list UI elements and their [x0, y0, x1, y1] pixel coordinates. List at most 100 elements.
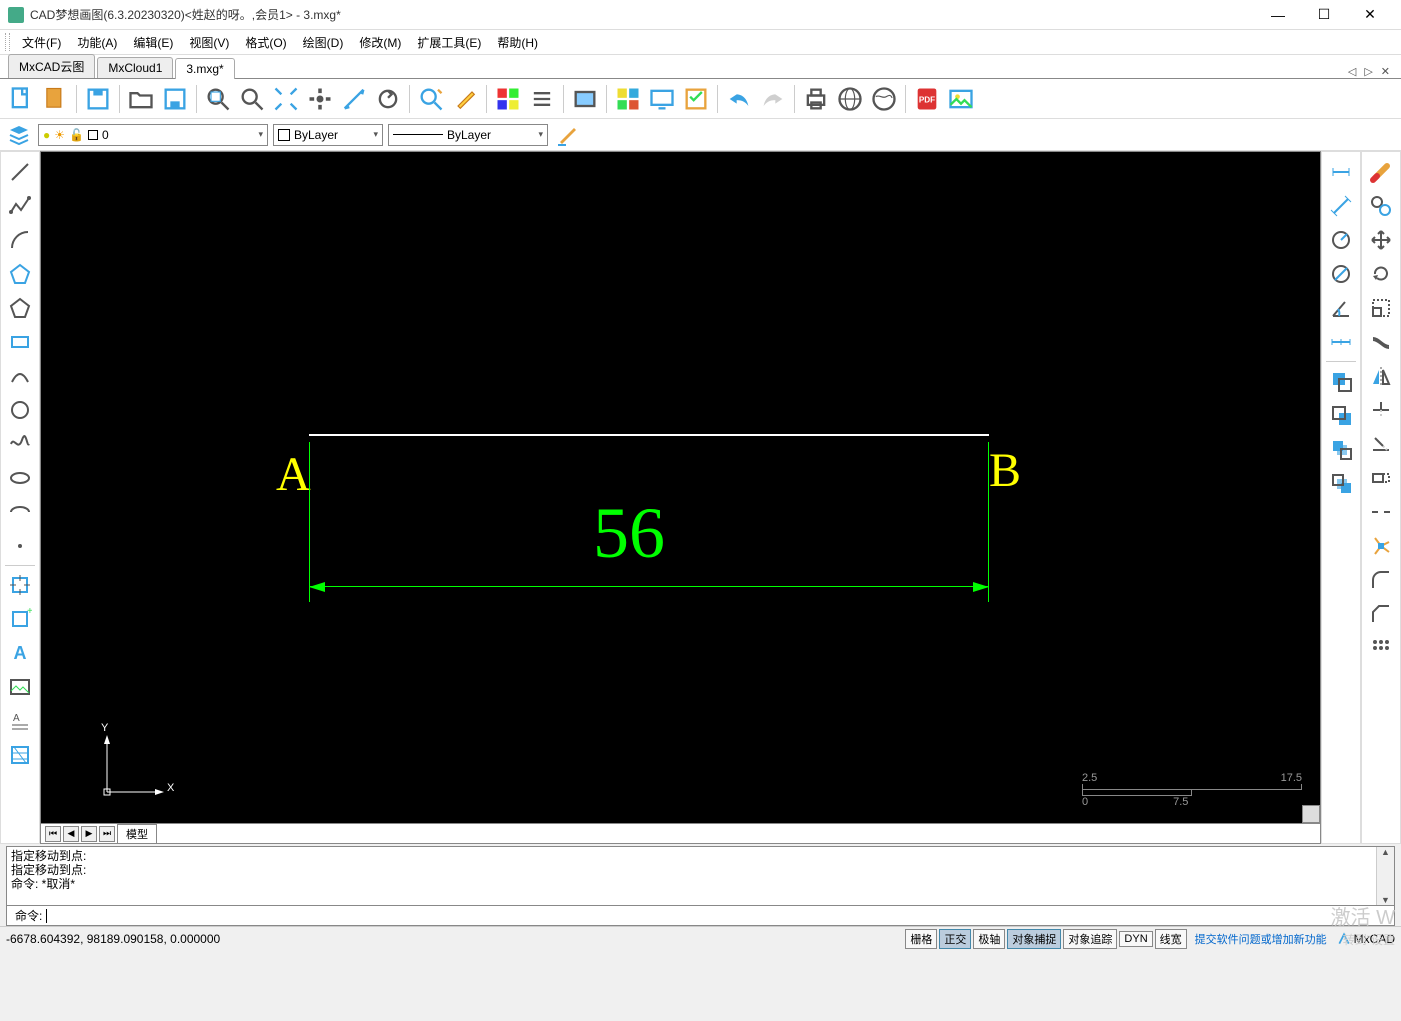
- otrack-toggle[interactable]: 对象追踪: [1063, 929, 1117, 949]
- command-input[interactable]: [46, 909, 1386, 923]
- osnap-toggle[interactable]: 对象捕捉: [1007, 929, 1061, 949]
- angular-dim-tool[interactable]: [1324, 291, 1358, 325]
- screenshot-button[interactable]: [569, 83, 601, 115]
- layer-manager-button[interactable]: [5, 121, 33, 149]
- lineweight-toggle[interactable]: 线宽: [1155, 929, 1187, 949]
- menu-handle[interactable]: [5, 33, 10, 51]
- arc-3pt-tool[interactable]: [3, 359, 37, 393]
- hatch-tool[interactable]: [3, 738, 37, 772]
- arc-tool[interactable]: [3, 223, 37, 257]
- offset-tool[interactable]: [1364, 325, 1398, 359]
- polygon-tool[interactable]: [3, 257, 37, 291]
- checklist-button[interactable]: [680, 83, 712, 115]
- explode-tool[interactable]: [1364, 529, 1398, 563]
- line-tool[interactable]: [3, 155, 37, 189]
- minimize-button[interactable]: —: [1255, 0, 1301, 30]
- scroll-corner[interactable]: [1302, 805, 1320, 823]
- linetype-selector[interactable]: ByLayer ▾: [388, 124, 548, 146]
- regen-button[interactable]: [372, 83, 404, 115]
- erase-tool[interactable]: [1364, 155, 1398, 189]
- list-button[interactable]: [526, 83, 558, 115]
- menu-function[interactable]: 功能(A): [69, 31, 125, 54]
- layout-next-icon[interactable]: ▶: [81, 826, 97, 842]
- extend-tool[interactable]: [1364, 427, 1398, 461]
- text-tool[interactable]: A: [3, 636, 37, 670]
- ortho-toggle[interactable]: 正交: [939, 929, 971, 949]
- point-tool[interactable]: [3, 529, 37, 563]
- menu-file[interactable]: 文件(F): [14, 31, 69, 54]
- spline-tool[interactable]: [3, 427, 37, 461]
- dyn-toggle[interactable]: DYN: [1119, 931, 1152, 947]
- make-current-button[interactable]: [553, 121, 581, 149]
- stretch-tool[interactable]: [1364, 461, 1398, 495]
- close-button[interactable]: ✕: [1347, 0, 1393, 30]
- layout-first-icon[interactable]: ⏮: [45, 826, 61, 842]
- move-tool[interactable]: [1364, 223, 1398, 257]
- radius-dim-tool[interactable]: [1324, 223, 1358, 257]
- color-palette-button[interactable]: [492, 83, 524, 115]
- undo-button[interactable]: [723, 83, 755, 115]
- tab-close-icon[interactable]: ✕: [1378, 65, 1393, 78]
- menu-format[interactable]: 格式(O): [237, 31, 294, 54]
- print-button[interactable]: [800, 83, 832, 115]
- tab-prev-icon[interactable]: ◁: [1345, 65, 1359, 78]
- zoom-window-button[interactable]: [202, 83, 234, 115]
- chamfer-tool[interactable]: [1364, 597, 1398, 631]
- aligned-dim-tool[interactable]: [1324, 189, 1358, 223]
- fillet-tool[interactable]: [1364, 563, 1398, 597]
- command-history[interactable]: 指定移动到点: 指定移动到点: 命令: *取消*: [7, 847, 1376, 905]
- block-create-tool[interactable]: +: [3, 602, 37, 636]
- pan-button[interactable]: [304, 83, 336, 115]
- menu-draw[interactable]: 绘图(D): [295, 31, 352, 54]
- globe-button[interactable]: [868, 83, 900, 115]
- menu-help[interactable]: 帮助(H): [489, 31, 546, 54]
- globe-grid-button[interactable]: [834, 83, 866, 115]
- block-insert-tool[interactable]: [3, 568, 37, 602]
- break-tool[interactable]: [1364, 495, 1398, 529]
- measure-button[interactable]: [338, 83, 370, 115]
- highlight-button[interactable]: [449, 83, 481, 115]
- polygon-outline-tool[interactable]: [3, 291, 37, 325]
- polar-toggle[interactable]: 极轴: [973, 929, 1005, 949]
- cmd-scrollbar[interactable]: ▲▼: [1376, 847, 1394, 905]
- monitor-button[interactable]: [646, 83, 678, 115]
- bring-above-tool[interactable]: [1324, 432, 1358, 466]
- tab-next-icon[interactable]: ▷: [1361, 65, 1375, 78]
- new-file-button[interactable]: [5, 83, 37, 115]
- mirror-tool[interactable]: [1364, 359, 1398, 393]
- tab-3mxg[interactable]: 3.mxg*: [175, 58, 234, 79]
- new-from-template-button[interactable]: [39, 83, 71, 115]
- layer-states-button[interactable]: [612, 83, 644, 115]
- polyline-tool[interactable]: [3, 189, 37, 223]
- copy-tool[interactable]: [1364, 189, 1398, 223]
- send-below-tool[interactable]: [1324, 466, 1358, 500]
- tab-mxcloud1[interactable]: MxCloud1: [97, 57, 173, 78]
- mtext-tool[interactable]: A: [3, 704, 37, 738]
- rectangle-tool[interactable]: [3, 325, 37, 359]
- menu-modify[interactable]: 修改(M): [351, 31, 409, 54]
- brand-badge[interactable]: MxCAD: [1337, 932, 1395, 946]
- circle-tool[interactable]: [3, 393, 37, 427]
- color-selector[interactable]: ByLayer ▾: [273, 124, 383, 146]
- trim-tool[interactable]: [1364, 393, 1398, 427]
- open-button[interactable]: [125, 83, 157, 115]
- zoom-extents-button[interactable]: [236, 83, 268, 115]
- maximize-button[interactable]: ☐: [1301, 0, 1347, 30]
- zoom-all-button[interactable]: [270, 83, 302, 115]
- layer-selector[interactable]: ● ☀ 🔓 0 ▾: [38, 124, 268, 146]
- scroll-up-icon[interactable]: ▲: [1381, 847, 1390, 857]
- model-tab[interactable]: 模型: [117, 824, 157, 844]
- save-button[interactable]: [82, 83, 114, 115]
- image-insert-tool[interactable]: [3, 670, 37, 704]
- send-back-tool[interactable]: [1324, 398, 1358, 432]
- ellipse-tool[interactable]: [3, 461, 37, 495]
- rotate-tool[interactable]: [1364, 257, 1398, 291]
- tab-mxcad-cloud[interactable]: MxCAD云图: [8, 54, 95, 78]
- redo-button[interactable]: [757, 83, 789, 115]
- layout-last-icon[interactable]: ⏭: [99, 826, 115, 842]
- bring-front-tool[interactable]: [1324, 364, 1358, 398]
- save-as-button[interactable]: [159, 83, 191, 115]
- drawing-canvas[interactable]: A B 56 Y X 2.517.5: [41, 152, 1320, 823]
- image-export-button[interactable]: [945, 83, 977, 115]
- diameter-dim-tool[interactable]: [1324, 257, 1358, 291]
